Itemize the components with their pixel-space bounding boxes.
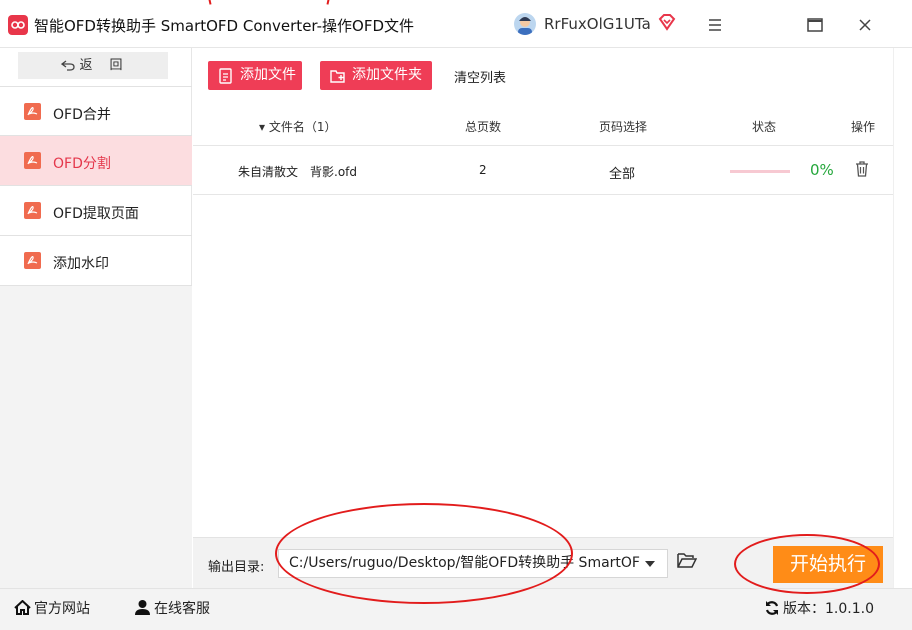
sidebar-item-ofd-extract-pages[interactable]: OFD提取页面 bbox=[0, 186, 192, 236]
add-file-label: 添加文件 bbox=[240, 67, 296, 83]
support-label: 在线客服 bbox=[154, 601, 210, 617]
folder-open-icon[interactable] bbox=[677, 552, 697, 569]
support-link[interactable]: 在线客服 bbox=[134, 598, 210, 618]
add-folder-icon bbox=[330, 70, 345, 83]
column-header-page-range: 页码选择 bbox=[599, 120, 648, 134]
support-agent-icon bbox=[135, 600, 150, 615]
pdf-file-icon bbox=[24, 152, 41, 169]
progress-bar bbox=[730, 170, 790, 173]
sidebar-item-add-watermark[interactable]: 添加水印 bbox=[0, 236, 192, 286]
sidebar: 返 回 OFD合并 OFD分割 OFD提取页面 添加水印 bbox=[0, 48, 192, 588]
trash-icon[interactable] bbox=[855, 161, 869, 177]
menu-icon[interactable] bbox=[704, 14, 726, 36]
table-row[interactable]: 朱自清散文 背影.ofd 2 全部 0% bbox=[193, 145, 893, 195]
sidebar-empty-area bbox=[0, 286, 192, 588]
pdf-file-icon bbox=[24, 103, 41, 120]
sidebar-item-ofd-split[interactable]: OFD分割 bbox=[0, 136, 192, 186]
progress-percent: 0% bbox=[810, 161, 834, 179]
clear-list-button[interactable]: 清空列表 bbox=[454, 67, 506, 86]
add-file-button[interactable]: 添加文件 bbox=[208, 61, 302, 90]
sidebar-item-label: OFD合并 bbox=[53, 107, 111, 123]
version-info[interactable]: 版本：1.0.1.0 bbox=[764, 598, 874, 618]
add-file-icon bbox=[219, 68, 232, 84]
add-folder-label: 添加文件夹 bbox=[352, 67, 422, 83]
title-bar: 智能OFD转换助手 SmartOFD Converter-操作OFD文件 RrF… bbox=[0, 0, 912, 48]
column-header-status: 状态 bbox=[752, 120, 777, 134]
vip-diamond-icon[interactable] bbox=[658, 13, 676, 31]
column-header-pages: 总页数 bbox=[465, 120, 502, 134]
user-name[interactable]: RrFuxOlG1UTa bbox=[544, 15, 651, 33]
page-range-select[interactable]: 全部 bbox=[609, 163, 635, 182]
column-header-filename[interactable]: ▾ 文件名（1） bbox=[259, 118, 336, 135]
pdf-file-icon bbox=[24, 202, 41, 219]
sidebar-item-ofd-merge[interactable]: OFD合并 bbox=[0, 86, 192, 136]
sidebar-item-label: OFD分割 bbox=[53, 156, 111, 172]
app-logo-icon bbox=[8, 15, 28, 35]
maximize-icon[interactable] bbox=[804, 14, 826, 36]
back-button[interactable]: 返 回 bbox=[18, 52, 168, 79]
output-dir-label: 输出目录: bbox=[208, 560, 265, 575]
page-count: 2 bbox=[479, 163, 487, 177]
website-link[interactable]: 官方网站 bbox=[14, 598, 90, 618]
refresh-icon bbox=[765, 601, 779, 615]
back-arrow-icon bbox=[61, 60, 76, 71]
annotation-circle-output-path bbox=[275, 503, 573, 604]
window-title: 智能OFD转换助手 SmartOFD Converter-操作OFD文件 bbox=[34, 17, 415, 35]
version-label: 版本：1.0.1.0 bbox=[783, 601, 874, 617]
column-header-actions: 操作 bbox=[851, 120, 876, 134]
main-panel: 添加文件 添加文件夹 清空列表 ▾ 文件名（1） 总页数 页码选择 状态 操作 … bbox=[193, 48, 893, 588]
right-gutter bbox=[893, 48, 912, 588]
sidebar-item-label: OFD提取页面 bbox=[53, 206, 139, 222]
home-icon bbox=[14, 599, 31, 615]
annotation-circle-start-button bbox=[734, 534, 880, 594]
website-label: 官方网站 bbox=[34, 601, 90, 617]
chevron-down-icon bbox=[645, 561, 655, 567]
back-label: 返 回 bbox=[79, 58, 125, 73]
pdf-file-icon bbox=[24, 252, 41, 269]
avatar[interactable] bbox=[514, 13, 536, 35]
add-folder-button[interactable]: 添加文件夹 bbox=[320, 61, 432, 90]
table-header: ▾ 文件名（1） 总页数 页码选择 状态 操作 bbox=[193, 110, 893, 140]
file-name: 朱自清散文 背影.ofd bbox=[238, 165, 357, 179]
sidebar-item-label: 添加水印 bbox=[53, 256, 109, 272]
close-icon[interactable] bbox=[854, 14, 876, 36]
